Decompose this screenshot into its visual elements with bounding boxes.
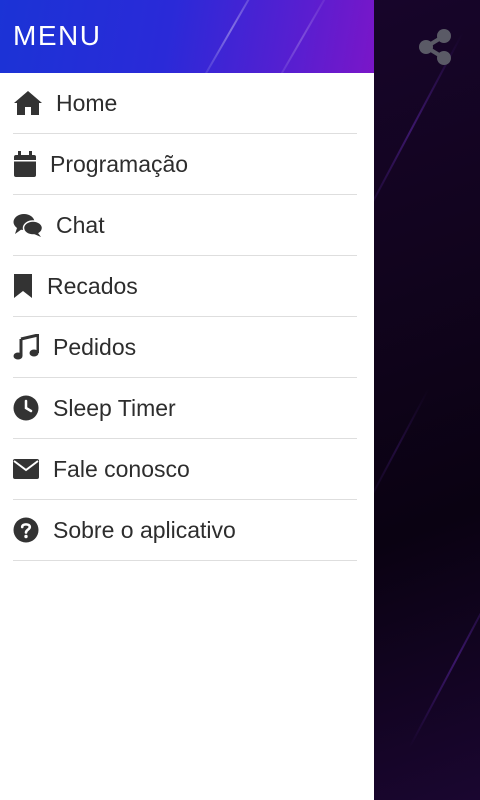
menu-item-label: Sleep Timer <box>53 394 176 421</box>
header-streak <box>265 0 337 73</box>
music-note-icon <box>13 333 53 361</box>
background-streak <box>408 571 480 749</box>
question-circle-icon <box>13 516 53 544</box>
drawer-title: MENU <box>13 20 102 51</box>
navigation-drawer: MENU Home Programação Chat Recados Pedid… <box>0 0 374 800</box>
menu-item-pedidos[interactable]: Pedidos <box>13 317 357 378</box>
menu-item-label: Chat <box>56 211 105 238</box>
menu-item-label: Sobre o aplicativo <box>53 516 236 543</box>
menu-item-recados[interactable]: Recados <box>13 256 357 317</box>
chat-icon <box>13 211 56 239</box>
drawer-header: MENU <box>0 0 374 73</box>
menu-item-sobre-o-aplicativo[interactable]: Sobre o aplicativo <box>13 500 357 561</box>
menu-item-programacao[interactable]: Programação <box>13 134 357 195</box>
menu-item-label: Home <box>56 89 118 116</box>
menu-item-home[interactable]: Home <box>13 73 357 134</box>
menu-item-label: Programação <box>50 150 189 177</box>
app-screen: MENU Home Programação Chat Recados Pedid… <box>0 0 480 800</box>
share-button[interactable] <box>414 26 456 68</box>
envelope-icon <box>13 455 53 483</box>
header-streak <box>195 0 267 73</box>
bookmark-icon <box>13 272 47 300</box>
menu-item-chat[interactable]: Chat <box>13 195 357 256</box>
menu-item-label: Pedidos <box>53 333 137 360</box>
menu-item-label: Recados <box>47 272 138 299</box>
menu-item-fale-conosco[interactable]: Fale conosco <box>13 439 357 500</box>
home-icon <box>13 89 56 117</box>
share-icon <box>419 29 451 65</box>
menu-list: Home Programação Chat Recados Pedidos Sl… <box>0 73 374 561</box>
calendar-icon <box>13 150 50 178</box>
menu-item-label: Fale conosco <box>53 455 190 482</box>
clock-icon <box>13 394 53 422</box>
menu-item-sleep-timer[interactable]: Sleep Timer <box>13 378 357 439</box>
